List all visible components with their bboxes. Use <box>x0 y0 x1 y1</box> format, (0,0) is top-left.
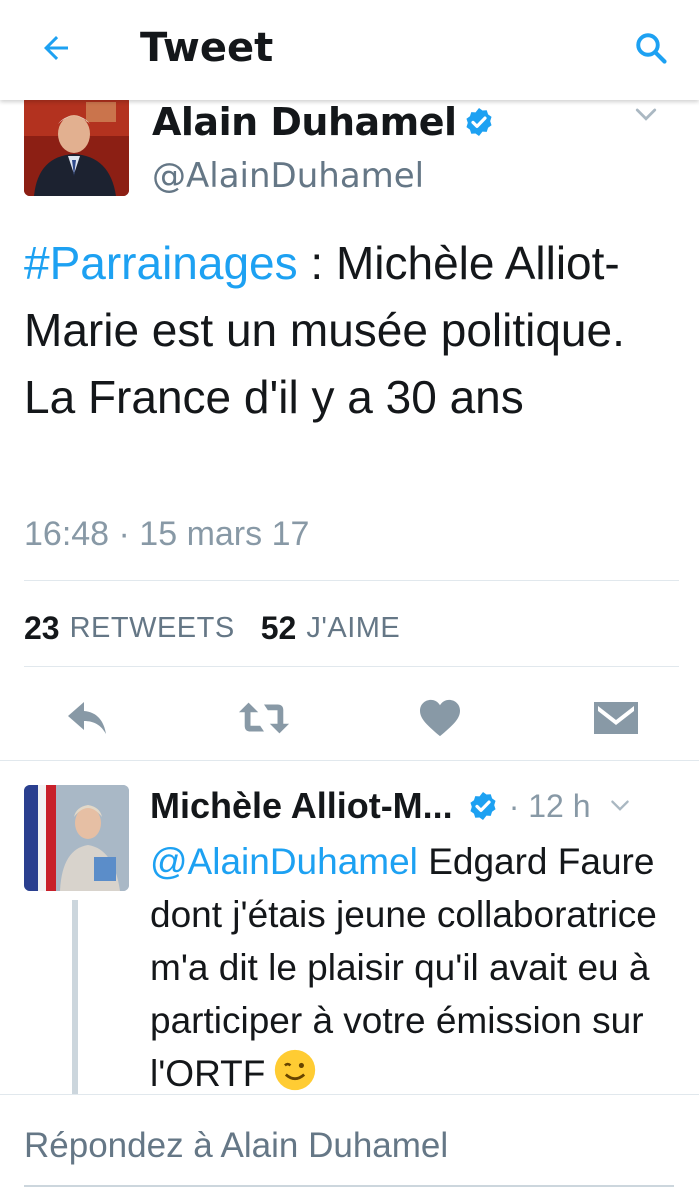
reply-time: · 12 h <box>508 787 591 824</box>
reply-author-avatar[interactable] <box>24 785 129 891</box>
app-header: Tweet <box>0 0 699 100</box>
chevron-down-icon <box>610 800 629 811</box>
tweet-text: #Parrainages : Michèle Alliot-Marie est … <box>24 230 674 431</box>
retweets-label[interactable]: RETWEETS <box>70 612 235 645</box>
likes-label[interactable]: J'AIME <box>306 612 400 645</box>
retweet-button[interactable] <box>236 690 292 746</box>
divider <box>24 666 679 667</box>
author-handle[interactable]: @AlainDuhamel <box>152 152 424 200</box>
verified-badge-icon <box>467 790 499 822</box>
thread-line <box>72 900 78 1100</box>
reply-author-name[interactable]: Michèle Alliot-M... <box>150 785 453 827</box>
reply-composer: Répondez à Alain Duhamel <box>0 1094 699 1200</box>
author-name[interactable]: Alain Duhamel <box>152 100 457 144</box>
tweet-menu-button[interactable] <box>631 100 661 130</box>
chevron-down-icon <box>635 108 657 121</box>
divider <box>24 580 679 581</box>
reply-button[interactable] <box>60 690 116 746</box>
message-button[interactable] <box>588 690 644 746</box>
reply-header: Michèle Alliot-M... · 12 h <box>150 780 690 832</box>
author-name-row: Alain Duhamel <box>152 96 495 148</box>
mention-link[interactable]: @AlainDuhamel <box>150 841 418 882</box>
tweet-stats: 23 RETWEETS 52 J'AIME <box>24 604 426 652</box>
search-icon <box>636 33 667 64</box>
heart-icon <box>420 699 460 737</box>
divider <box>0 760 699 761</box>
winking-face-icon <box>275 1049 316 1091</box>
retweets-count[interactable]: 23 <box>24 610 60 647</box>
page-title: Tweet <box>140 25 274 71</box>
search-button[interactable] <box>627 24 675 72</box>
reply-menu-button[interactable] <box>607 793 633 819</box>
reply-icon <box>68 702 106 734</box>
hashtag-link[interactable]: #Parrainages <box>24 237 298 289</box>
verified-badge-icon <box>463 106 495 138</box>
like-button[interactable] <box>412 690 468 746</box>
likes-count[interactable]: 52 <box>261 610 297 647</box>
envelope-icon <box>594 702 638 734</box>
retweet-icon <box>238 702 290 734</box>
arrow-left-icon <box>44 36 68 60</box>
input-underline <box>24 1185 674 1187</box>
author-avatar[interactable] <box>24 96 129 196</box>
tweet-timestamp: 16:48 · 15 mars 17 <box>24 515 310 553</box>
back-button[interactable] <box>32 24 80 72</box>
reply-text: @AlainDuhamel Edgard Faure dont j'étais … <box>150 835 690 1095</box>
reply-input[interactable]: Répondez à Alain Duhamel <box>24 1121 674 1171</box>
